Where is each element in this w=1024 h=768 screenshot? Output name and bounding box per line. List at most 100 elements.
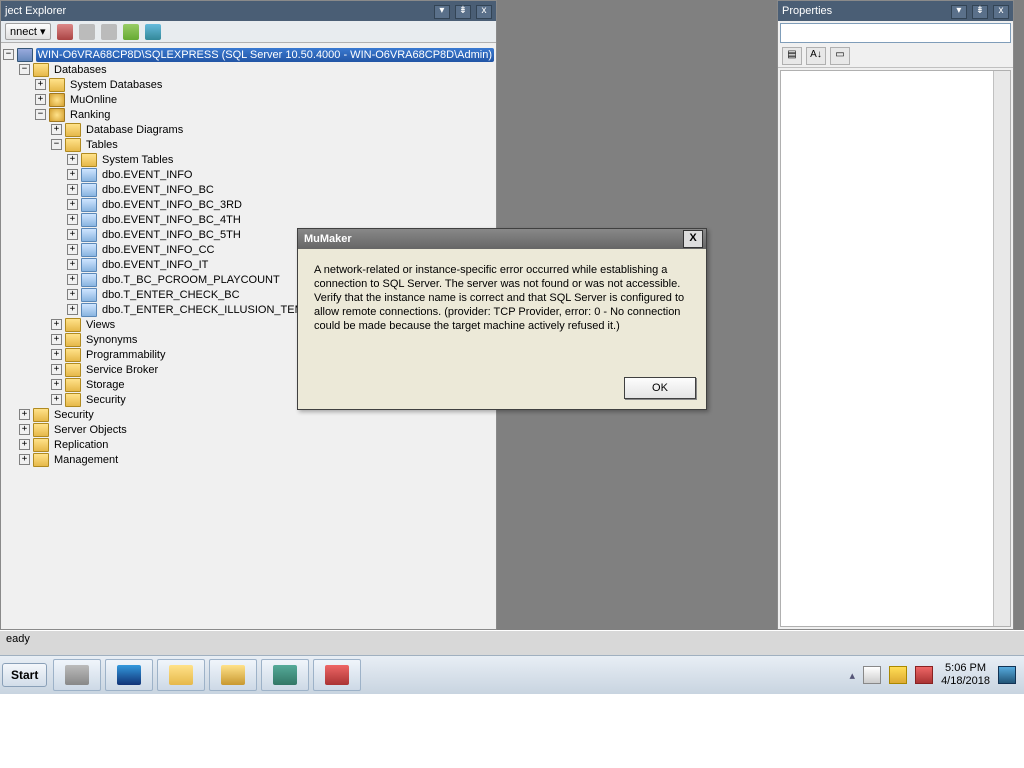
close-panel-icon[interactable]: x <box>993 5 1009 19</box>
collapse-icon[interactable]: + <box>19 454 30 465</box>
close-panel-icon[interactable]: x <box>476 5 492 19</box>
collapse-icon[interactable]: + <box>67 169 78 180</box>
collapse-icon[interactable]: + <box>35 79 46 90</box>
tree-node[interactable]: +MuOnline <box>3 92 494 107</box>
node-icon <box>81 213 97 227</box>
collapse-icon[interactable]: + <box>67 214 78 225</box>
node-label: dbo.T_ENTER_CHECK_BC <box>100 288 242 302</box>
taskbar-app-ssms[interactable] <box>261 659 309 691</box>
taskbar-app-mumaker[interactable] <box>313 659 361 691</box>
start-button[interactable]: Start <box>2 663 47 687</box>
pin-icon[interactable]: ▾ <box>951 5 967 19</box>
pin-toggle-icon[interactable]: ⇟ <box>455 5 471 19</box>
collapse-icon[interactable]: + <box>67 184 78 195</box>
refresh-icon[interactable] <box>145 24 161 40</box>
node-icon <box>65 393 81 407</box>
expand-icon[interactable]: − <box>19 64 30 75</box>
expand-icon[interactable]: − <box>51 139 62 150</box>
node-label: WIN-O6VRA68CP8D\SQLEXPRESS (SQL Server 1… <box>36 48 494 62</box>
tree-node[interactable]: + Server Objects <box>3 422 494 437</box>
node-label: dbo.T_BC_PCROOM_PLAYCOUNT <box>100 273 282 287</box>
dialog-titlebar[interactable]: MuMaker X <box>298 229 706 249</box>
node-label: dbo.T_ENTER_CHECK_ILLUSION_TEMP <box>100 303 313 317</box>
collapse-icon[interactable]: + <box>35 94 46 105</box>
properties-panel: Properties ▾ ⇟ x ▤ A↓ ▭ <box>777 0 1014 630</box>
tree-node[interactable]: − WIN-O6VRA68CP8D\SQLEXPRESS (SQL Server … <box>3 47 494 62</box>
taskbar-app-powershell[interactable] <box>105 659 153 691</box>
node-label: Security <box>84 393 128 407</box>
tree-node[interactable]: +System Databases <box>3 77 494 92</box>
tray-show-hidden-icon[interactable]: ▴ <box>850 669 856 682</box>
tray-network-icon[interactable] <box>889 666 907 684</box>
categorized-icon[interactable]: ▤ <box>782 47 802 65</box>
toolbar-icon-3[interactable] <box>101 24 117 40</box>
collapse-icon[interactable]: + <box>51 334 62 345</box>
taskbar-clock[interactable]: 5:06 PM 4/18/2018 <box>941 662 990 688</box>
properties-body <box>780 70 1011 627</box>
collapse-icon[interactable]: + <box>19 439 30 450</box>
pin-toggle-icon[interactable]: ⇟ <box>972 5 988 19</box>
properties-combo[interactable] <box>780 23 1011 43</box>
tree-node[interactable]: −Databases <box>3 62 494 77</box>
expand-icon[interactable]: − <box>3 49 14 60</box>
collapse-icon[interactable]: + <box>67 229 78 240</box>
tree-node[interactable]: +Management <box>3 452 494 467</box>
node-icon <box>81 153 97 167</box>
collapse-icon[interactable]: + <box>19 424 30 435</box>
collapse-icon[interactable]: + <box>19 409 30 420</box>
dialog-buttons: OK <box>298 371 706 409</box>
collapse-icon[interactable]: + <box>51 319 62 330</box>
collapse-icon[interactable]: + <box>67 199 78 210</box>
close-icon[interactable]: X <box>683 230 703 248</box>
taskbar-app-explorer[interactable] <box>157 659 205 691</box>
collapse-icon[interactable]: + <box>67 304 78 315</box>
collapse-icon[interactable]: + <box>51 349 62 360</box>
taskbar-app-config[interactable] <box>209 659 257 691</box>
show-desktop-button[interactable] <box>998 666 1016 684</box>
tray-flag-icon[interactable] <box>863 666 881 684</box>
node-label: Server Objects <box>52 423 129 437</box>
node-icon <box>81 303 97 317</box>
object-explorer-header: ject Explorer ▾ ⇟ x <box>1 1 496 21</box>
toolbar-icon-1[interactable] <box>57 24 73 40</box>
node-icon <box>65 348 81 362</box>
node-label: System Tables <box>100 153 175 167</box>
tree-node[interactable]: +dbo.EVENT_INFO_BC_3RD <box>3 197 494 212</box>
tree-node[interactable]: + Replication <box>3 437 494 452</box>
alphabetical-icon[interactable]: A↓ <box>806 47 826 65</box>
collapse-icon[interactable]: + <box>67 154 78 165</box>
scrollbar[interactable] <box>993 71 1010 626</box>
collapse-icon[interactable]: + <box>67 274 78 285</box>
collapse-icon[interactable]: + <box>67 244 78 255</box>
property-pages-icon[interactable]: ▭ <box>830 47 850 65</box>
object-explorer-title: ject Explorer <box>5 5 66 17</box>
tree-node[interactable]: −Tables <box>3 137 494 152</box>
taskbar-app-server[interactable] <box>53 659 101 691</box>
tree-node[interactable]: + System Tables <box>3 152 494 167</box>
tree-node[interactable]: −Ranking <box>3 107 494 122</box>
collapse-icon[interactable]: + <box>51 394 62 405</box>
tree-node[interactable]: + dbo.EVENT_INFO_BC <box>3 182 494 197</box>
tree-node[interactable]: +dbo.EVENT_INFO_BC_4TH <box>3 212 494 227</box>
tray-action-icon[interactable] <box>915 666 933 684</box>
node-icon <box>49 78 65 92</box>
node-icon <box>81 228 97 242</box>
collapse-icon[interactable]: + <box>67 259 78 270</box>
connect-button[interactable]: nnect ▾ <box>5 23 51 40</box>
node-label: dbo.EVENT_INFO_BC <box>100 183 216 197</box>
expand-icon[interactable]: − <box>35 109 46 120</box>
collapse-icon[interactable]: + <box>67 289 78 300</box>
collapse-icon[interactable]: + <box>51 124 62 135</box>
tree-node[interactable]: +Database Diagrams <box>3 122 494 137</box>
collapse-icon[interactable]: + <box>51 364 62 375</box>
system-tray: ▴ 5:06 PM 4/18/2018 <box>850 662 1022 688</box>
collapse-icon[interactable]: + <box>51 379 62 390</box>
toolbar-icon-2[interactable] <box>79 24 95 40</box>
ok-button[interactable]: OK <box>624 377 696 399</box>
pin-icon[interactable]: ▾ <box>434 5 450 19</box>
node-label: Views <box>84 318 117 332</box>
filter-icon[interactable] <box>123 24 139 40</box>
tree-node[interactable]: +dbo.EVENT_INFO <box>3 167 494 182</box>
node-icon <box>65 318 81 332</box>
node-label: Replication <box>52 438 110 452</box>
